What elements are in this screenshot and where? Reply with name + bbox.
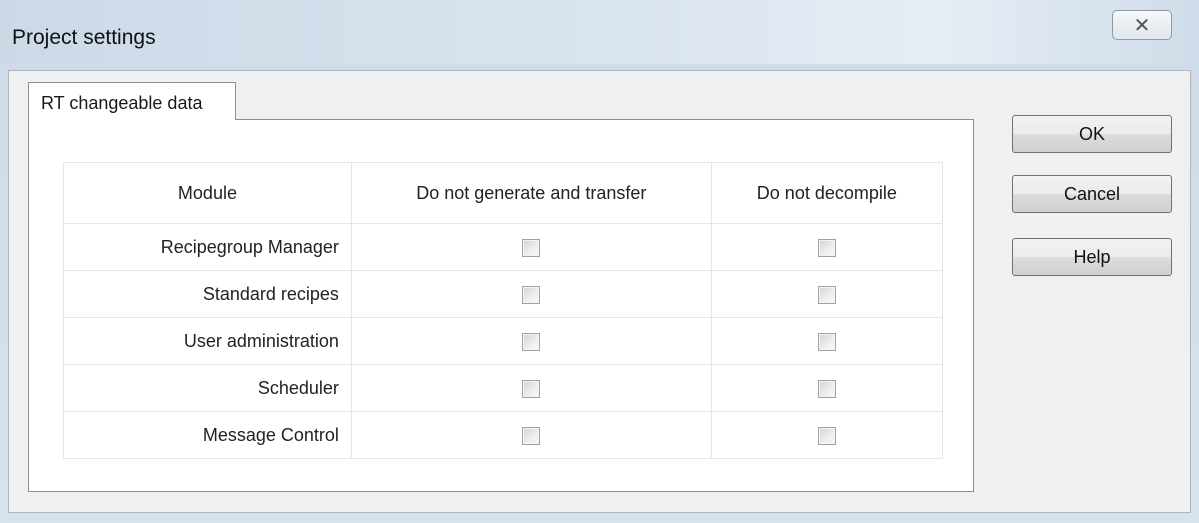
no-generate-checkbox[interactable] [522,379,541,398]
column-header-module: Module [63,162,352,224]
no-decompile-checkbox[interactable] [817,238,836,257]
no-decompile-checkbox[interactable] [817,426,836,445]
module-name: Scheduler [63,364,352,412]
module-name: Message Control [63,411,352,459]
tab-rt-changeable-data[interactable]: RT changeable data [28,82,236,120]
table-row: Scheduler [63,364,944,412]
module-name: Standard recipes [63,270,352,318]
column-header-no-generate: Do not generate and transfer [350,162,712,224]
no-decompile-checkbox[interactable] [817,285,836,304]
project-settings-dialog: Project settings ✕ RT changeable data Mo… [0,0,1199,523]
no-generate-checkbox[interactable] [522,285,541,304]
close-button[interactable]: ✕ [1112,10,1172,40]
ok-button[interactable]: OK [1012,115,1172,153]
no-generate-checkbox[interactable] [522,238,541,257]
no-generate-checkbox[interactable] [522,426,541,445]
column-header-no-decompile: Do not decompile [710,162,944,224]
no-decompile-checkbox[interactable] [817,379,836,398]
cancel-button[interactable]: Cancel [1012,175,1172,213]
table-row: User administration [63,317,944,365]
no-generate-checkbox[interactable] [522,332,541,351]
table-row: Message Control [63,411,944,459]
table-row: Recipegroup Manager [63,223,944,271]
module-name: Recipegroup Manager [63,223,352,271]
dialog-title: Project settings [12,26,156,49]
close-icon: ✕ [1133,14,1151,37]
help-button[interactable]: Help [1012,238,1172,276]
no-decompile-checkbox[interactable] [817,332,836,351]
table-header-row: Module Do not generate and transfer Do n… [63,162,944,224]
table-row: Standard recipes [63,270,944,318]
title-bar[interactable]: Project settings ✕ [0,0,1199,64]
module-name: User administration [63,317,352,365]
module-settings-table: Module Do not generate and transfer Do n… [63,162,944,459]
